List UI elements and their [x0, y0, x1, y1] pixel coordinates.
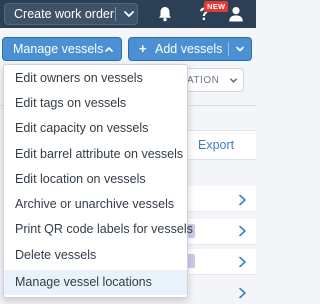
menu-item-edit-capacity[interactable]: Edit capacity on vessels: [4, 116, 187, 141]
chevron-right-icon[interactable]: [238, 287, 247, 299]
menu-item-archive-vessels[interactable]: Archive or unarchive vessels: [4, 192, 187, 217]
new-badge: NEW: [204, 1, 229, 12]
manage-vessels-button[interactable]: Manage vessels: [2, 37, 122, 61]
menu-item-edit-location[interactable]: Edit location on vessels: [4, 167, 187, 192]
menu-item-edit-owners[interactable]: Edit owners on vessels: [4, 66, 187, 91]
plus-icon: +: [139, 41, 147, 56]
top-navbar: Create work order NEW: [0, 0, 256, 28]
button-divider: [115, 7, 116, 21]
chevron-down-icon[interactable]: [235, 44, 245, 54]
export-link[interactable]: Export: [198, 138, 234, 152]
create-work-order-label: Create work order: [14, 7, 115, 21]
menu-item-manage-locations[interactable]: Manage vessel locations: [4, 270, 187, 295]
menu-item-edit-barrel-attribute[interactable]: Edit barrel attribute on vessels: [4, 142, 187, 167]
chevron-right-icon[interactable]: [238, 194, 247, 206]
filter-select-value: ATION: [187, 75, 220, 86]
button-divider: [228, 42, 229, 56]
manage-vessels-menu: Edit owners on vessels Edit tags on vess…: [3, 64, 193, 298]
chevron-right-icon[interactable]: [238, 256, 247, 268]
add-vessels-button[interactable]: + Add vessels: [128, 37, 252, 61]
chevron-up-icon: [105, 47, 113, 52]
user-icon[interactable]: [227, 5, 245, 23]
menu-item-print-qr-labels[interactable]: Print QR code labels for vessels: [4, 217, 193, 242]
bell-icon[interactable]: [156, 5, 174, 23]
add-vessels-label: Add vessels: [155, 42, 223, 56]
create-work-order-button[interactable]: Create work order: [4, 3, 138, 25]
menu-item-edit-tags[interactable]: Edit tags on vessels: [4, 91, 187, 116]
chevron-down-icon[interactable]: [122, 7, 136, 21]
chevron-right-icon[interactable]: [238, 225, 247, 237]
chevron-down-icon: [230, 78, 237, 83]
filter-select[interactable]: ATION: [184, 68, 244, 92]
manage-vessels-label: Manage vessels: [13, 42, 104, 56]
menu-item-delete-vessels[interactable]: Delete vessels: [4, 243, 187, 268]
